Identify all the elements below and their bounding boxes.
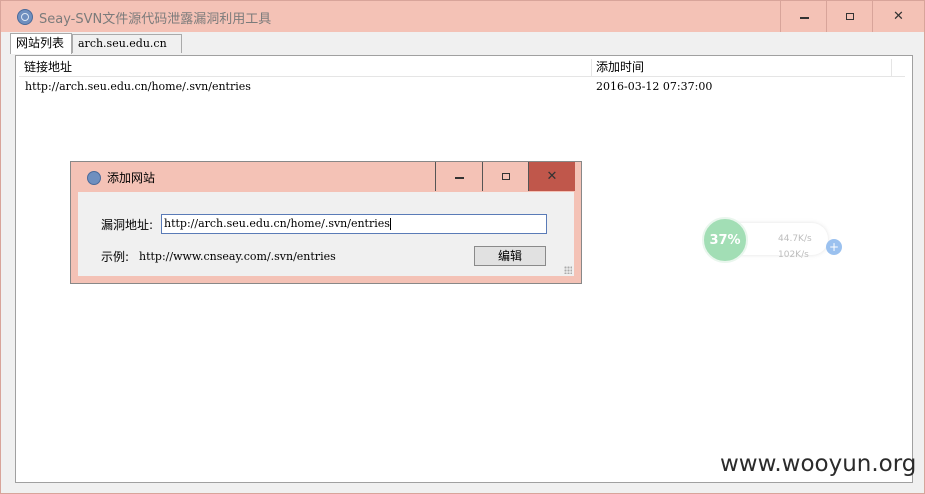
tab-site-detail[interactable]: arch.seu.edu.cn	[72, 34, 182, 53]
table-row[interactable]: http://arch.seu.edu.cn/home/.svn/entries…	[19, 78, 905, 96]
example-label: 示例:	[101, 250, 130, 264]
boost-icon[interactable]: +	[826, 239, 842, 255]
vuln-url-label: 漏洞地址:	[101, 218, 154, 232]
maximize-icon	[502, 173, 510, 180]
vuln-url-value: http://arch.seu.edu.cn/home/.svn/entries	[164, 217, 390, 230]
dialog-maximize-button[interactable]	[482, 162, 529, 191]
maximize-button[interactable]	[827, 1, 873, 32]
column-header-url[interactable]: 链接地址	[24, 59, 72, 76]
close-icon: ✕	[893, 9, 904, 24]
row-time: 2016-03-12 07:37:00	[596, 80, 713, 93]
column-divider[interactable]	[891, 59, 892, 76]
add-site-dialog: 添加网站 ✕ 漏洞地址: http://arch.seu.edu.cn/home…	[70, 161, 582, 284]
network-monitor-widget[interactable]: 44.7K/s 102K/s + 37%	[702, 217, 842, 263]
dialog-icon	[87, 171, 101, 185]
edit-button[interactable]: 编辑	[474, 246, 546, 266]
dialog-close-button[interactable]: ✕	[528, 162, 575, 191]
text-caret	[389, 218, 391, 230]
close-button[interactable]: ✕	[873, 1, 924, 32]
minimize-button[interactable]	[781, 1, 827, 32]
dialog-title: 添加网站	[107, 171, 156, 185]
close-icon: ✕	[546, 169, 558, 184]
dialog-minimize-button[interactable]	[435, 162, 482, 191]
dialog-body: 漏洞地址: http://arch.seu.edu.cn/home/.svn/e…	[78, 192, 574, 276]
dialog-title-bar[interactable]: 添加网站 ✕	[71, 162, 581, 192]
minimize-icon	[799, 17, 809, 19]
title-bar[interactable]: Seay-SVN文件源代码泄露漏洞利用工具 ✕	[1, 1, 924, 32]
tab-site-list[interactable]: 网站列表	[10, 33, 72, 54]
list-header: 链接地址 添加时间	[19, 59, 905, 77]
memory-usage-circle: 37%	[702, 217, 748, 263]
window-title: Seay-SVN文件源代码泄露漏洞利用工具	[39, 12, 272, 27]
download-speed: 102K/s	[778, 250, 809, 260]
vuln-url-input[interactable]: http://arch.seu.edu.cn/home/.svn/entries	[161, 214, 547, 234]
minimize-icon	[454, 177, 464, 179]
app-icon	[17, 9, 33, 25]
watermark: www.wooyun.org	[720, 451, 917, 477]
example-value: http://www.cnseay.com/.svn/entries	[139, 250, 336, 263]
column-header-time[interactable]: 添加时间	[596, 59, 644, 76]
column-divider[interactable]	[591, 59, 592, 76]
resize-grip-icon[interactable]	[564, 266, 572, 274]
maximize-icon	[846, 13, 854, 20]
upload-speed: 44.7K/s	[778, 234, 812, 244]
row-url: http://arch.seu.edu.cn/home/.svn/entries	[25, 80, 251, 93]
